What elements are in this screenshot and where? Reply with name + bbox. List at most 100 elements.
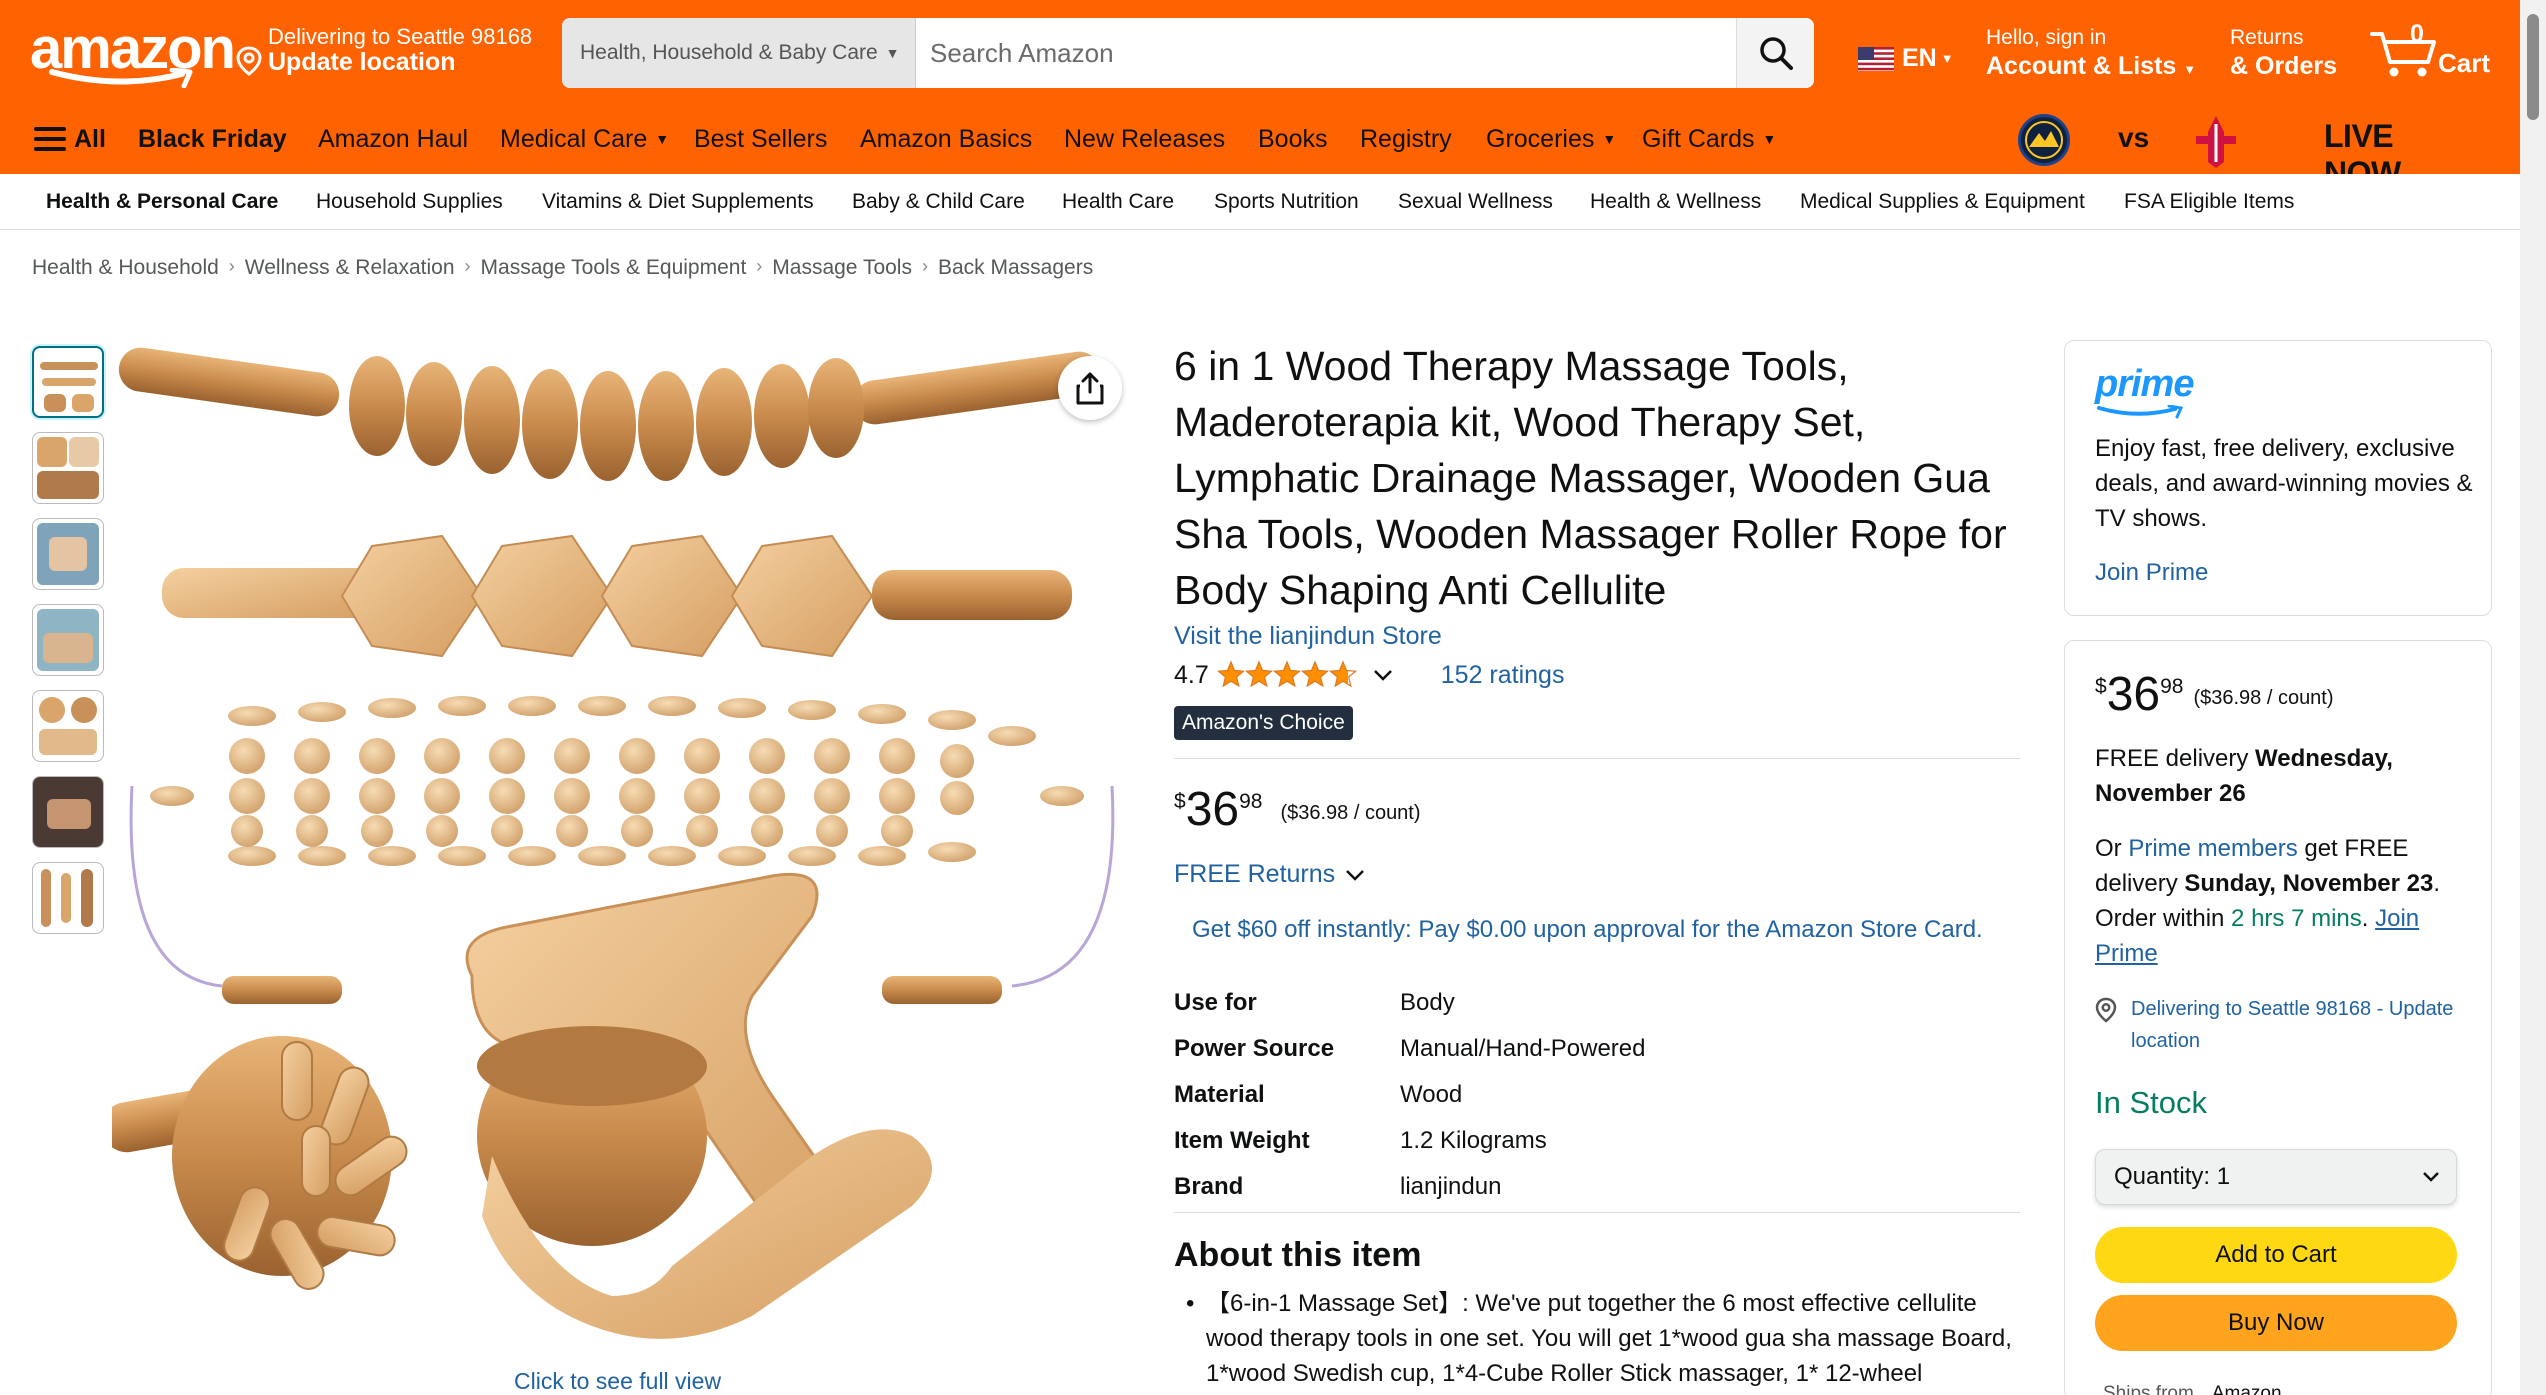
nav-item-gift-cards[interactable]: Gift Cards ▼ — [1642, 104, 1776, 174]
subnav-vitamins[interactable]: Vitamins & Diet Supplements — [542, 190, 814, 214]
amazon-logo[interactable]: amazon — [30, 20, 236, 90]
team-nuggets-logo-icon — [2018, 114, 2070, 166]
caret-down-icon: ▼ — [1940, 51, 1954, 66]
buybox-location-link[interactable]: Delivering to Seattle 98168 - Update loc… — [2095, 993, 2475, 1057]
search-button[interactable] — [1736, 18, 1814, 88]
delivery-estimate: FREE delivery Wednesday, November 26 — [2095, 741, 2475, 811]
orders-label: & Orders — [2230, 52, 2337, 80]
price-symbol: $ — [1174, 790, 1186, 813]
search-input[interactable] — [916, 18, 1736, 88]
cart-button[interactable]: 0 Cart — [2370, 20, 2510, 84]
price-per-unit: ($36.98 / count) — [2193, 687, 2334, 709]
hamburger-icon — [34, 127, 66, 151]
breadcrumb-item[interactable]: Back Massagers — [938, 256, 1093, 280]
returns-label: Returns — [2230, 26, 2304, 49]
spec-row: Use for Body — [1174, 980, 1645, 1026]
live-vs-label: vs — [2118, 122, 2150, 153]
nav-item-new-releases[interactable]: New Releases — [1064, 104, 1225, 174]
buy-now-button[interactable]: Buy Now — [2095, 1295, 2457, 1351]
search-category-label: Health, Household & Baby Care — [580, 41, 878, 64]
chevron-down-icon[interactable] — [1373, 668, 1393, 682]
thumbnail-image[interactable] — [32, 432, 104, 504]
nav-item-amazon-haul[interactable]: Amazon Haul — [318, 104, 468, 174]
search-bar: Health, Household & Baby Care ▼ — [562, 18, 1814, 88]
breadcrumb-item[interactable]: Massage Tools & Equipment — [481, 256, 747, 280]
nav-item-books[interactable]: Books — [1258, 104, 1327, 174]
prime-delivery-estimate: Or Prime members get FREE delivery Sunda… — [2095, 835, 2441, 967]
product-specs-table: Use for Body Power Source Manual/Hand-Powe… — [1174, 980, 1645, 1210]
join-prime-link[interactable]: Join Prime — [2095, 559, 2208, 587]
caret-down-icon: ▼ — [2183, 62, 2197, 77]
ratings-count-link[interactable]: 152 ratings — [1441, 661, 1565, 690]
chevron-down-icon — [1346, 869, 1365, 881]
subnav-baby-child-care[interactable]: Baby & Child Care — [852, 190, 1025, 214]
thumbnail-image[interactable] — [32, 690, 104, 762]
subnav-sports-nutrition[interactable]: Sports Nutrition — [1214, 190, 1359, 214]
thumbnail-image[interactable] — [32, 862, 104, 934]
language-label: EN — [1902, 44, 1937, 72]
divider — [1174, 1212, 2020, 1213]
spec-value: Manual/Hand-Powered — [1400, 1035, 1646, 1062]
nav-item-groceries[interactable]: Groceries ▼ — [1486, 104, 1616, 174]
thumbnail-image[interactable] — [32, 604, 104, 676]
breadcrumb-item[interactable]: Health & Household — [32, 256, 219, 280]
or-prefix: Or — [2095, 835, 2129, 862]
thumbnail-image[interactable] — [32, 518, 104, 590]
account-menu[interactable]: Hello, sign in Account & Lists ▼ — [1986, 26, 2196, 81]
about-heading: About this item — [1174, 1236, 1422, 1274]
returns-orders-link[interactable]: Returns & Orders — [2230, 26, 2337, 81]
buybox-location-text: Delivering to Seattle 98168 - Update loc… — [2131, 998, 2454, 1052]
subnav-medical-supplies[interactable]: Medical Supplies & Equipment — [1800, 190, 2085, 214]
thumbnail-image[interactable] — [32, 776, 104, 848]
subnav-health-personal-care[interactable]: Health & Personal Care — [46, 190, 278, 214]
prime-members-link[interactable]: Prime members — [2128, 835, 2297, 862]
location-pin-icon — [2095, 997, 2117, 1023]
subnav-health-care[interactable]: Health Care — [1062, 190, 1174, 214]
subnav-fsa-eligible[interactable]: FSA Eligible Items — [2124, 190, 2294, 214]
thumbnail-image[interactable] — [32, 346, 104, 418]
subnav-household-supplies[interactable]: Household Supplies — [316, 190, 503, 214]
caret-down-icon: ▼ — [1762, 131, 1777, 147]
rating-value: 4.7 — [1174, 660, 1209, 689]
spec-key: Use for — [1174, 989, 1257, 1016]
subnav-sexual-wellness[interactable]: Sexual Wellness — [1398, 190, 1553, 214]
product-title: 6 in 1 Wood Therapy Massage Tools, Mader… — [1174, 343, 2007, 613]
nav-item-amazon-basics[interactable]: Amazon Basics — [860, 104, 1032, 174]
breadcrumb: Health & Household › Wellness & Relaxatio… — [32, 256, 1093, 280]
search-category-select[interactable]: Health, Household & Baby Care ▼ — [562, 18, 916, 88]
caret-down-icon: ▼ — [885, 45, 900, 61]
nav-item-best-sellers[interactable]: Best Sellers — [694, 104, 827, 174]
full-view-link[interactable]: Click to see full view — [514, 1368, 721, 1395]
search-icon — [1759, 37, 1793, 70]
store-link[interactable]: Visit the lianjindun Store — [1174, 622, 1442, 651]
page-scrollbar[interactable] — [2520, 0, 2546, 1395]
star-rating[interactable] — [1217, 660, 1359, 690]
share-button[interactable] — [1058, 356, 1122, 420]
nav-item-label: Medical Care — [500, 124, 648, 153]
delivery-line1: Delivering to Seattle 98168 — [268, 24, 533, 49]
scrollbar-thumb[interactable] — [2527, 14, 2539, 120]
store-card-promo-link[interactable]: Get $60 off instantly: Pay $0.00 upon ap… — [1192, 916, 1983, 944]
ships-from-value: Amazon — [2211, 1383, 2282, 1395]
add-to-cart-button[interactable]: Add to Cart — [2095, 1227, 2457, 1283]
language-selector[interactable]: EN ▼ — [1858, 44, 1954, 73]
prime-description: Enjoy fast, free delivery, exclusive dea… — [2095, 435, 2473, 532]
quantity-select[interactable]: Quantity: 1 — [2095, 1149, 2457, 1205]
free-returns-link[interactable]: FREE Returns — [1174, 860, 1365, 889]
breadcrumb-item[interactable]: Massage Tools — [772, 256, 912, 280]
breadcrumb-item[interactable]: Wellness & Relaxation — [245, 256, 455, 280]
subnav-health-wellness[interactable]: Health & Wellness — [1590, 190, 1761, 214]
rating-row: 4.7 152 ratings — [1174, 660, 1564, 690]
nav-item-registry[interactable]: Registry — [1360, 104, 1452, 174]
product-main-image[interactable] — [112, 336, 1132, 1356]
nav-item-medical-care[interactable]: Medical Care ▼ — [500, 104, 669, 174]
about-bullet-text: 【6-in-1 Massage Set】: We've put together… — [1206, 1290, 2012, 1387]
chevron-right-icon: › — [756, 256, 763, 276]
buybox-price: $ 36 98 ($36.98 / count) — [2095, 669, 2334, 721]
all-menu-button[interactable]: All — [34, 104, 106, 174]
star-icon — [1245, 661, 1272, 687]
live-game-banner[interactable]: vs LIVE NOW — [2018, 104, 2401, 191]
bullet-dot: • — [1186, 1290, 1195, 1317]
free-returns-label: FREE Returns — [1174, 860, 1336, 888]
nav-item-black-friday[interactable]: Black Friday — [138, 104, 287, 174]
